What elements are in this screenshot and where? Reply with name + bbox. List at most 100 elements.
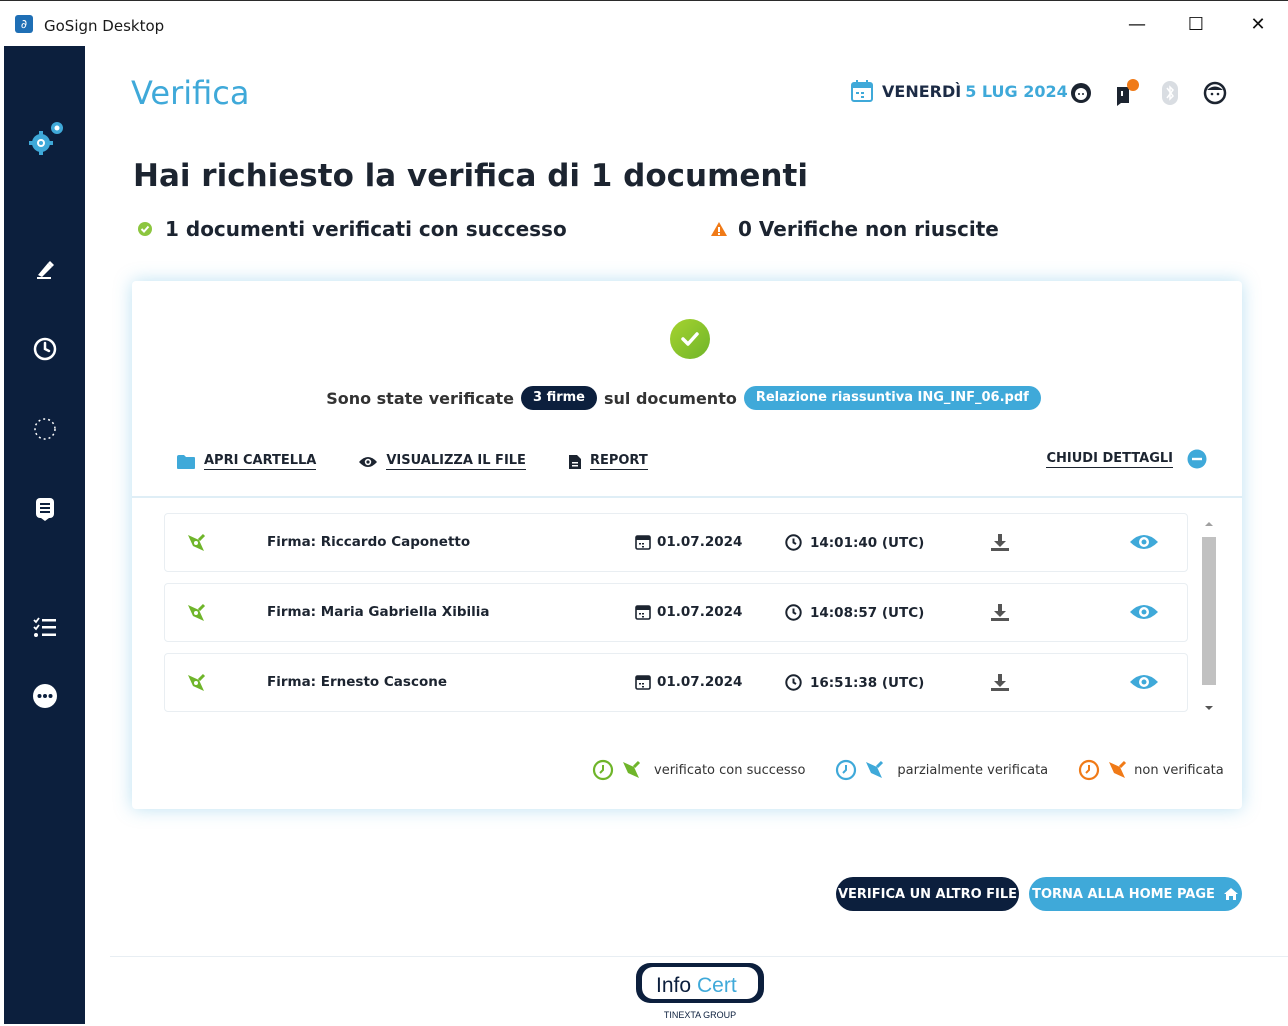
report-link[interactable]: REPORT <box>568 453 648 470</box>
signature-date-value: 01.07.2024 <box>657 674 743 690</box>
orange-clock-icon <box>1079 759 1100 781</box>
status-legend: verificato con successo parzialmente ver… <box>592 759 1224 781</box>
card-divider <box>132 496 1242 498</box>
failure-summary: 0 Verifiche non riuscite <box>710 217 999 241</box>
eye-icon <box>359 456 378 467</box>
document-list-icon <box>35 498 54 521</box>
view-signature-eye-icon[interactable] <box>1129 532 1159 552</box>
more-icon <box>32 684 57 708</box>
legend-success: verificato con successo <box>592 759 805 781</box>
download-icon[interactable] <box>990 672 1010 692</box>
sidebar-item-documents[interactable] <box>4 487 85 531</box>
success-summary: 1 documenti verificati con successo <box>137 217 567 241</box>
signatures-list: Firma: Riccardo Caponetto 01.07.2024 14:… <box>164 513 1188 723</box>
green-signature-icon <box>623 760 641 778</box>
view-file-link[interactable]: VISUALIZZA IL FILE <box>358 453 526 470</box>
maximize-button[interactable]: ☐ <box>1173 9 1219 41</box>
legend-success-label: verificato con successo <box>654 762 806 778</box>
sidebar-item-processing[interactable] <box>4 407 85 451</box>
signature-time: 14:01:40 (UTC) <box>785 534 924 551</box>
close-details-label: CHIUDI DETTAGLI <box>1046 450 1173 468</box>
signature-date-value: 01.07.2024 <box>657 604 743 620</box>
gear-icon <box>28 122 63 155</box>
view-signature-eye-icon[interactable] <box>1129 602 1159 622</box>
infocert-logo: Info Cert TINEXTA GROUP <box>635 961 765 1021</box>
signature-time-value: 14:01:40 (UTC) <box>810 534 925 551</box>
home-icon <box>1223 888 1238 900</box>
verified-summary-line: Sono state verificate 3 firme sul docume… <box>132 386 1242 410</box>
signatures-count-badge: 3 firme <box>521 386 597 410</box>
home-page-button[interactable]: TORNA ALLA HOME PAGE <box>1029 877 1242 911</box>
user-profile-button[interactable] <box>1202 80 1228 106</box>
verified-check-icon <box>670 319 710 359</box>
open-folder-link[interactable]: APRI CARTELLA <box>176 453 317 470</box>
verification-headline: Hai richiesto la verifica di 1 documenti <box>133 158 808 194</box>
clock-icon <box>785 674 802 691</box>
logo-group-text: TINEXTA GROUP <box>664 1010 736 1020</box>
date-day: VENERDÌ <box>882 81 962 101</box>
scroll-down-arrow-icon[interactable] <box>1201 701 1217 715</box>
signature-row: Firma: Riccardo Caponetto 01.07.2024 14:… <box>164 513 1188 572</box>
orange-signature-icon <box>1109 760 1127 778</box>
sidebar-item-sign[interactable] <box>4 247 85 291</box>
failure-summary-text: 0 Verifiche non riuscite <box>738 217 999 241</box>
support-button[interactable] <box>1068 80 1094 106</box>
close-window-button[interactable]: ✕ <box>1235 9 1281 41</box>
warning-icon <box>711 222 727 236</box>
calendar-icon <box>635 605 651 620</box>
main-content: Verifica VENERDÌ 5 LUG 2024 Hai richiest… <box>85 46 1288 1024</box>
open-folder-label: APRI CARTELLA <box>204 453 317 470</box>
calendar-icon <box>635 675 651 690</box>
view-signature-eye-icon[interactable] <box>1129 672 1159 692</box>
bluetooth-button[interactable] <box>1157 80 1183 106</box>
verify-another-file-label: VERIFICA UN ALTRO FILE <box>837 886 1018 902</box>
verification-details-card: Sono state verificate 3 firme sul docume… <box>132 281 1242 809</box>
signature-date: 01.07.2024 <box>635 534 742 550</box>
signature-date: 01.07.2024 <box>635 604 742 620</box>
checklist-icon <box>32 617 56 637</box>
scroll-up-arrow-icon[interactable] <box>1201 517 1217 531</box>
clock-icon <box>785 604 802 621</box>
blue-clock-icon <box>836 759 857 781</box>
user-avatar-icon <box>1203 81 1227 105</box>
signature-time: 14:08:57 (UTC) <box>785 604 924 621</box>
clock-icon <box>785 534 802 551</box>
bluetooth-icon <box>1162 81 1178 105</box>
window-title: GoSign Desktop <box>44 17 165 35</box>
clock-icon <box>33 337 56 361</box>
legend-failed-label: non verificata <box>1134 762 1224 778</box>
logo-info-text: Info <box>656 974 691 997</box>
legend-partial: parzialmente verificata <box>835 759 1048 781</box>
loading-icon <box>33 418 56 440</box>
notification-icon <box>1117 79 1139 106</box>
minimize-button[interactable]: — <box>1114 9 1160 41</box>
page-title: Verifica <box>131 74 250 112</box>
sidebar-item-more[interactable] <box>4 674 85 718</box>
card-actions: APRI CARTELLA VISUALIZZA IL FILE REPORT <box>176 453 690 470</box>
view-file-label: VISUALIZZA IL FILE <box>386 453 526 470</box>
folder-icon <box>177 454 195 469</box>
download-icon[interactable] <box>990 602 1010 622</box>
blue-signature-icon <box>866 760 884 778</box>
pen-sign-icon <box>36 261 54 279</box>
verify-another-file-button[interactable]: VERIFICA UN ALTRO FILE <box>836 877 1019 911</box>
calendar-icon <box>635 535 651 550</box>
sidebar-item-history[interactable] <box>4 327 85 371</box>
signature-verified-icon <box>188 533 206 551</box>
verified-middle: sul documento <box>603 388 737 408</box>
close-details-link[interactable]: CHIUDI DETTAGLI <box>1046 449 1207 469</box>
report-document-icon <box>568 454 581 469</box>
notifications-button[interactable] <box>1114 79 1140 106</box>
minus-circle-icon <box>1187 449 1207 469</box>
signature-date-value: 01.07.2024 <box>657 534 743 550</box>
legend-partial-label: parzialmente verificata <box>897 762 1049 778</box>
sidebar-item-tasks[interactable] <box>4 606 85 650</box>
green-clock-icon <box>592 759 614 781</box>
sidebar-item-settings[interactable] <box>4 114 85 158</box>
download-icon[interactable] <box>990 532 1010 552</box>
signatures-scrollbar[interactable] <box>1200 515 1216 721</box>
scroll-thumb[interactable] <box>1202 537 1216 685</box>
signature-time: 16:51:38 (UTC) <box>785 674 924 691</box>
verified-prefix: Sono state verificate <box>326 388 514 408</box>
signer-name: Firma: Maria Gabriella Xibilia <box>267 604 490 620</box>
